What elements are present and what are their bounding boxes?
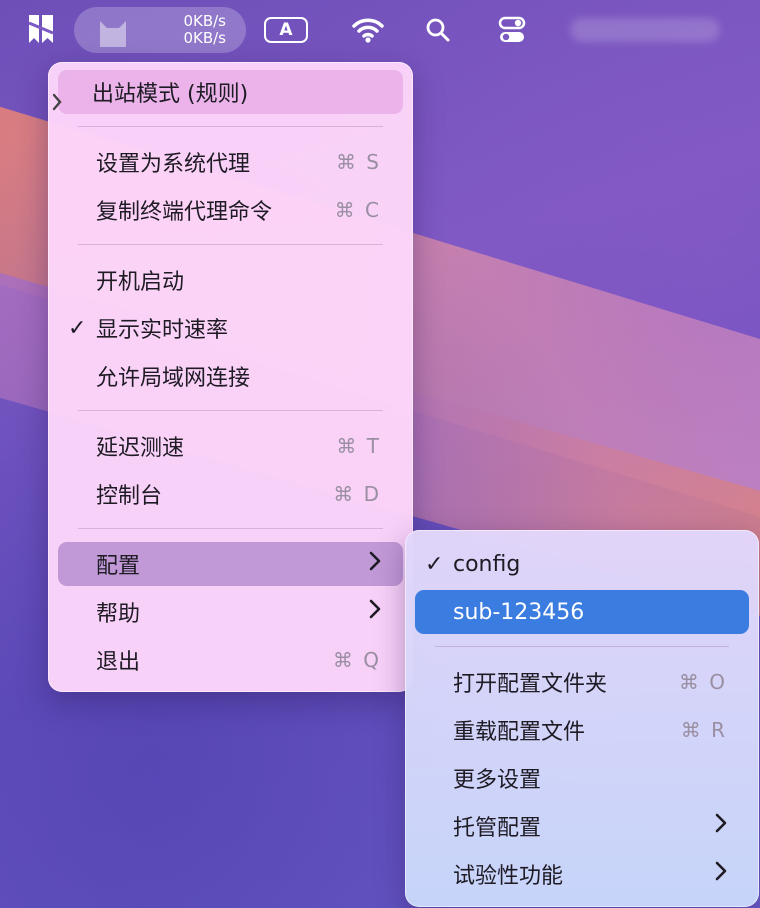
shortcut-hint: ⌘ R	[680, 718, 727, 742]
menu-item-label: 托管配置	[453, 816, 542, 841]
submenu-item-experimental[interactable]: 试验性功能	[415, 852, 749, 896]
app-logo-icon[interactable]	[26, 12, 56, 48]
menu-item-label: config	[453, 551, 521, 577]
menu-item-set-system-proxy[interactable]: 设置为系统代理 ⌘ S	[58, 140, 403, 184]
menu-item-show-speed[interactable]: ✓ 显示实时速率	[58, 306, 403, 350]
menu-item-allow-lan[interactable]: 允许局域网连接	[58, 354, 403, 398]
chevron-right-icon	[715, 861, 727, 887]
input-source-indicator[interactable]: A	[264, 17, 308, 43]
menu-item-label: 帮助	[96, 602, 141, 627]
submenu-item-open-folder[interactable]: 打开配置文件夹 ⌘ O	[415, 660, 749, 704]
menu-item-label: 配置	[96, 554, 141, 579]
menu-bar: 0KB/s 0KB/s A	[0, 0, 760, 60]
menu-item-outbound-mode[interactable]: 出站模式 (规则)	[58, 70, 403, 114]
submenu-item-config[interactable]: ✓ config	[415, 542, 749, 586]
menu-item-label: 出站模式 (规则)	[92, 82, 249, 107]
blurred-status-items	[570, 18, 720, 42]
chevron-right-icon	[369, 551, 381, 577]
menu-separator	[435, 646, 729, 647]
speed-indicator[interactable]: 0KB/s 0KB/s	[74, 7, 246, 53]
menu-item-quit[interactable]: 退出 ⌘ Q	[58, 638, 403, 682]
menu-separator	[78, 126, 383, 127]
menu-item-label: 更多设置	[453, 768, 542, 793]
menu-item-label: 显示实时速率	[96, 318, 229, 343]
config-submenu: ✓ config sub-123456 打开配置文件夹 ⌘ O 重载配置文件 ⌘…	[405, 530, 759, 907]
cat-icon	[100, 21, 126, 47]
submenu-indicator-icon	[52, 92, 62, 116]
menu-item-help[interactable]: 帮助	[58, 590, 403, 634]
shortcut-hint: ⌘ T	[336, 434, 381, 458]
download-speed: 0KB/s	[183, 29, 226, 47]
control-center-icon[interactable]	[497, 14, 527, 46]
menu-separator	[78, 244, 383, 245]
menu-separator	[78, 410, 383, 411]
menu-item-label: 试验性功能	[453, 864, 564, 889]
submenu-item-sub-profile[interactable]: sub-123456	[415, 590, 749, 634]
menu-item-label: 退出	[96, 650, 141, 675]
shortcut-hint: ⌘ C	[334, 198, 381, 222]
app-dropdown-menu: 出站模式 (规则) 设置为系统代理 ⌘ S 复制终端代理命令 ⌘ C 开机启动 …	[48, 62, 413, 692]
submenu-item-reload-config[interactable]: 重载配置文件 ⌘ R	[415, 708, 749, 752]
upload-speed: 0KB/s	[183, 12, 226, 30]
menu-item-label: 控制台	[96, 484, 163, 509]
menu-item-label: sub-123456	[453, 599, 585, 625]
shortcut-hint: ⌘ Q	[332, 648, 381, 672]
checkmark-icon: ✓	[68, 315, 87, 341]
menu-item-label: 允许局域网连接	[96, 366, 251, 391]
menu-item-label: 复制终端代理命令	[96, 200, 273, 225]
menu-item-label: 重载配置文件	[453, 720, 586, 745]
checkmark-icon: ✓	[425, 551, 444, 577]
menu-item-config[interactable]: 配置	[58, 542, 403, 586]
menu-item-console[interactable]: 控制台 ⌘ D	[58, 472, 403, 516]
submenu-item-more-settings[interactable]: 更多设置	[415, 756, 749, 800]
shortcut-hint: ⌘ S	[335, 150, 381, 174]
menu-item-label: 延迟测速	[96, 436, 185, 461]
menu-item-copy-terminal-command[interactable]: 复制终端代理命令 ⌘ C	[58, 188, 403, 232]
shortcut-hint: ⌘ D	[333, 482, 381, 506]
menu-item-launch-at-login[interactable]: 开机启动	[58, 258, 403, 302]
wifi-icon[interactable]	[350, 15, 386, 45]
menu-item-latency-test[interactable]: 延迟测速 ⌘ T	[58, 424, 403, 468]
chevron-right-icon	[369, 599, 381, 625]
menu-separator	[78, 528, 383, 529]
menu-item-label: 设置为系统代理	[96, 152, 251, 177]
search-icon[interactable]	[424, 15, 452, 45]
shortcut-hint: ⌘ O	[678, 670, 727, 694]
submenu-item-managed-config[interactable]: 托管配置	[415, 804, 749, 848]
menu-item-label: 打开配置文件夹	[453, 672, 608, 697]
chevron-right-icon	[715, 813, 727, 839]
menu-item-label: 开机启动	[96, 270, 185, 295]
